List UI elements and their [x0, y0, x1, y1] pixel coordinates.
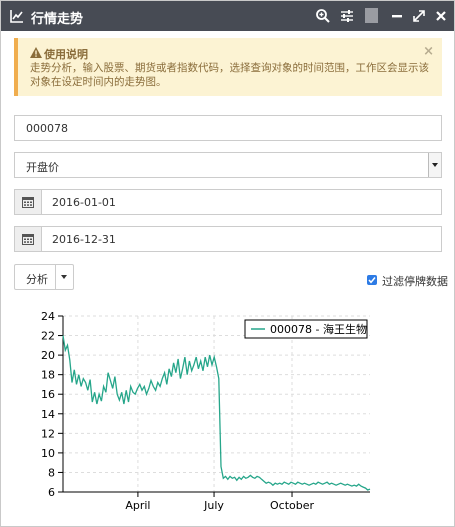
- y-tick-label: 20: [41, 349, 55, 362]
- legend-label: 000078 - 海王生物: [270, 322, 367, 336]
- alert-body: 走势分析，输入股票、期货或者指数代码，选择查询对象的时间范围，工作区会显示该对象…: [30, 62, 429, 88]
- alert-close-button[interactable]: ×: [423, 44, 434, 59]
- checkmark-icon: [368, 277, 376, 284]
- window-title: 行情走势: [31, 12, 84, 27]
- y-tick-label: 12: [41, 427, 55, 440]
- analyze-button[interactable]: 分析: [15, 265, 56, 289]
- maximize-icon[interactable]: [410, 7, 428, 25]
- price-type-value: 开盘价: [26, 161, 59, 174]
- chevron-down-icon[interactable]: [428, 153, 441, 177]
- filter-suspended-label[interactable]: 过滤停牌数据: [382, 273, 448, 289]
- y-tick-label: 18: [41, 369, 55, 382]
- start-calendar-icon[interactable]: [15, 190, 42, 214]
- market-trend-window: 行情走势 使用说明 走势分析，输入股票、期货或者指数代码，选择查询对象的时间范围…: [0, 0, 455, 527]
- minimize-icon[interactable]: [388, 7, 406, 25]
- analyze-dropdown-toggle[interactable]: [56, 265, 73, 289]
- analyze-button-label: 分析: [26, 273, 48, 286]
- window-color-swatch[interactable]: [365, 8, 378, 23]
- filter-suspended-checkbox[interactable]: [367, 275, 377, 285]
- x-tick-label: April: [125, 499, 150, 512]
- end-calendar-icon[interactable]: [15, 227, 42, 251]
- y-tick-label: 24: [41, 310, 55, 323]
- y-tick-label: 16: [41, 388, 55, 401]
- x-tick-label: July: [203, 499, 224, 512]
- series-line: [62, 335, 371, 491]
- analyze-button-group: 分析: [14, 264, 74, 290]
- price-trend-chart: 6 8 10 12 14 16 18 20 22 24 April July October 000078…: [41, 310, 371, 512]
- sliders-icon[interactable]: [338, 7, 356, 25]
- y-tick-label: 14: [41, 408, 55, 421]
- end-date-input[interactable]: 2016-12-31: [14, 226, 442, 252]
- y-tick-label: 6: [48, 486, 55, 499]
- x-tick-label: October: [270, 499, 314, 512]
- y-tick-label: 8: [48, 466, 55, 479]
- start-date-value: 2016-01-01: [52, 196, 116, 209]
- code-input-value: 000078: [26, 122, 68, 135]
- zoom-icon[interactable]: [314, 7, 332, 25]
- end-date-value: 2016-12-31: [52, 233, 116, 246]
- y-tick-label: 10: [41, 447, 55, 460]
- window-titlebar[interactable]: 行情走势: [1, 1, 454, 31]
- line-chart-icon: [10, 10, 23, 23]
- code-input[interactable]: 000078: [14, 115, 442, 141]
- start-date-input[interactable]: 2016-01-01: [14, 189, 442, 215]
- close-icon[interactable]: [432, 7, 450, 25]
- usage-alert: 使用说明 走势分析，输入股票、期货或者指数代码，选择查询对象的时间范围，工作区会…: [14, 38, 442, 96]
- y-tick-label: 22: [41, 330, 55, 343]
- alert-title: 使用说明: [44, 48, 88, 61]
- price-type-select[interactable]: 开盘价: [14, 152, 442, 178]
